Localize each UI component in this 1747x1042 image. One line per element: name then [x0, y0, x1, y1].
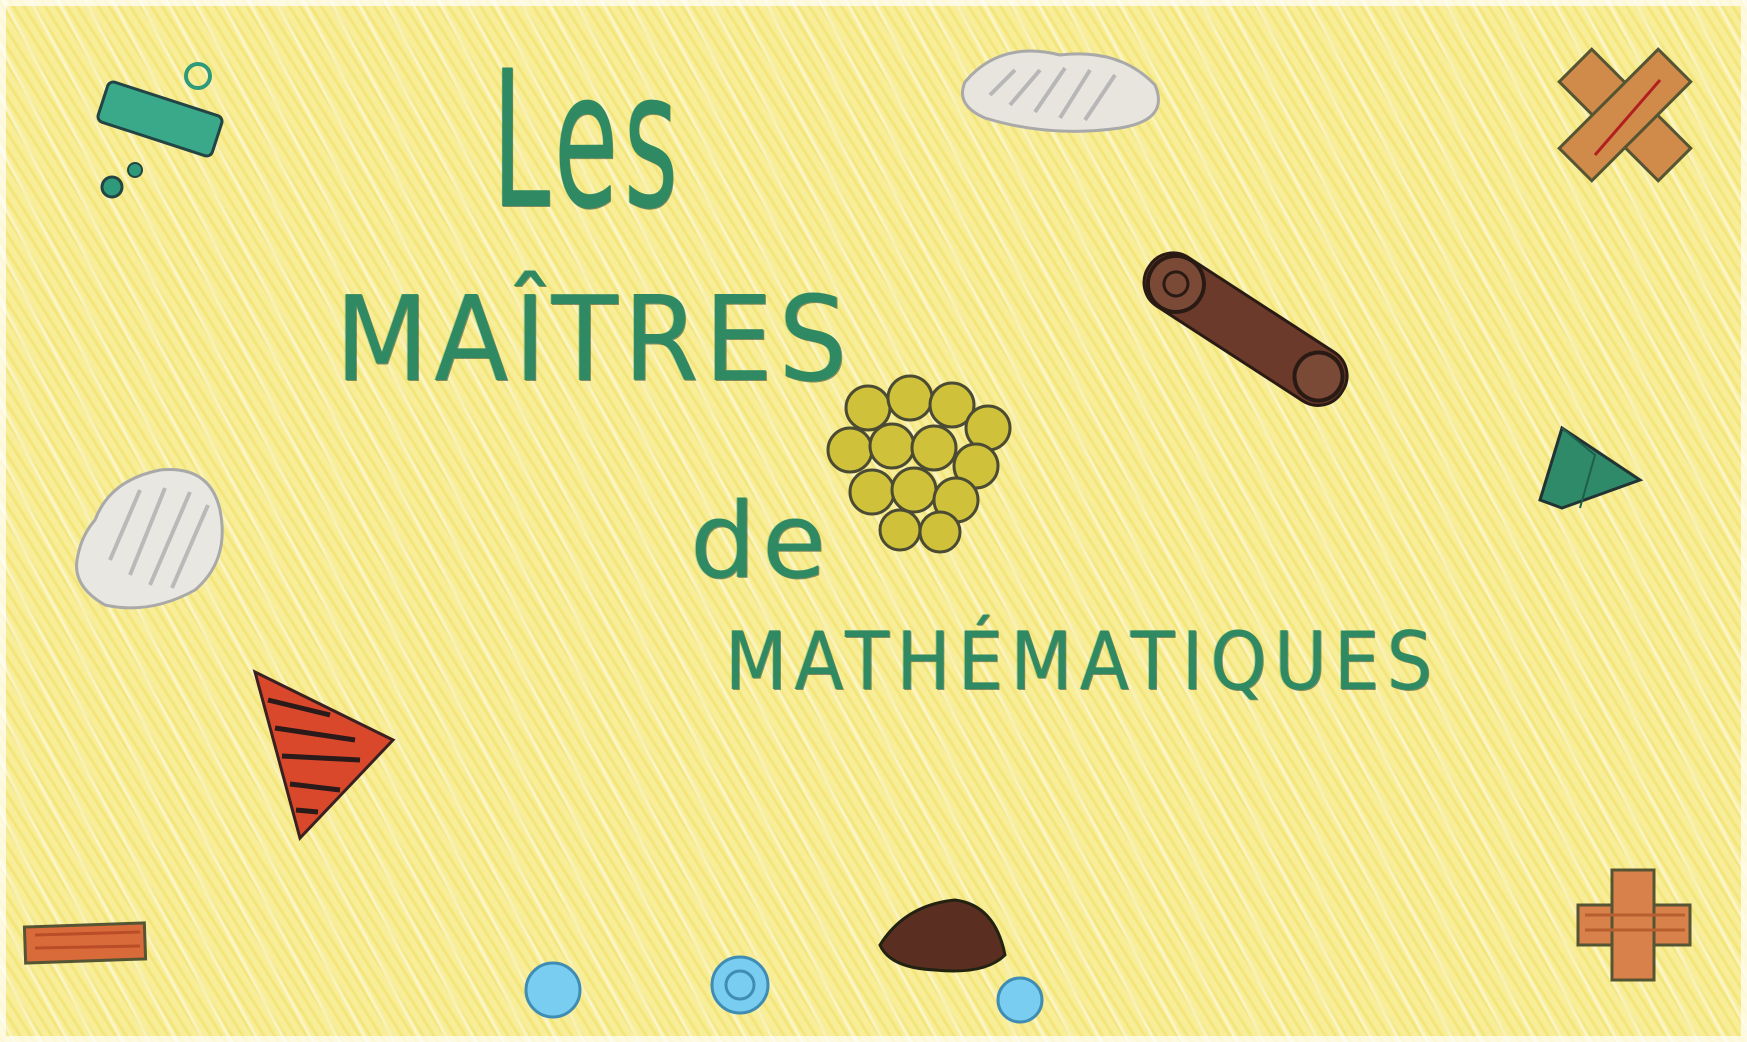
title-de: de: [690, 480, 832, 602]
multiplication-sign-icon: [1557, 47, 1693, 183]
plus-sign-icon: [1576, 868, 1692, 982]
title-les: Les: [492, 30, 684, 251]
brown-scroll-icon: [1142, 251, 1349, 407]
gray-pastry-left-icon: [75, 468, 224, 610]
red-triangle-icon: [252, 669, 396, 841]
division-sign-icon: [96, 62, 224, 199]
title-maitres: MAÎTRES: [335, 270, 853, 408]
green-triangle-icon: [1538, 425, 1644, 510]
grape-cluster-icon: [826, 374, 1012, 554]
minus-sign-icon: [22, 921, 148, 965]
title-mathematiques: MATHÉMATIQUES: [725, 615, 1440, 708]
brown-blob-icon: [878, 898, 1007, 973]
crayon-drawing: Les MAÎTRES de MATHÉMATIQUES: [0, 0, 1747, 1042]
doodle-layer: [22, 47, 1693, 1024]
gray-pastry-icon: [961, 49, 1160, 133]
